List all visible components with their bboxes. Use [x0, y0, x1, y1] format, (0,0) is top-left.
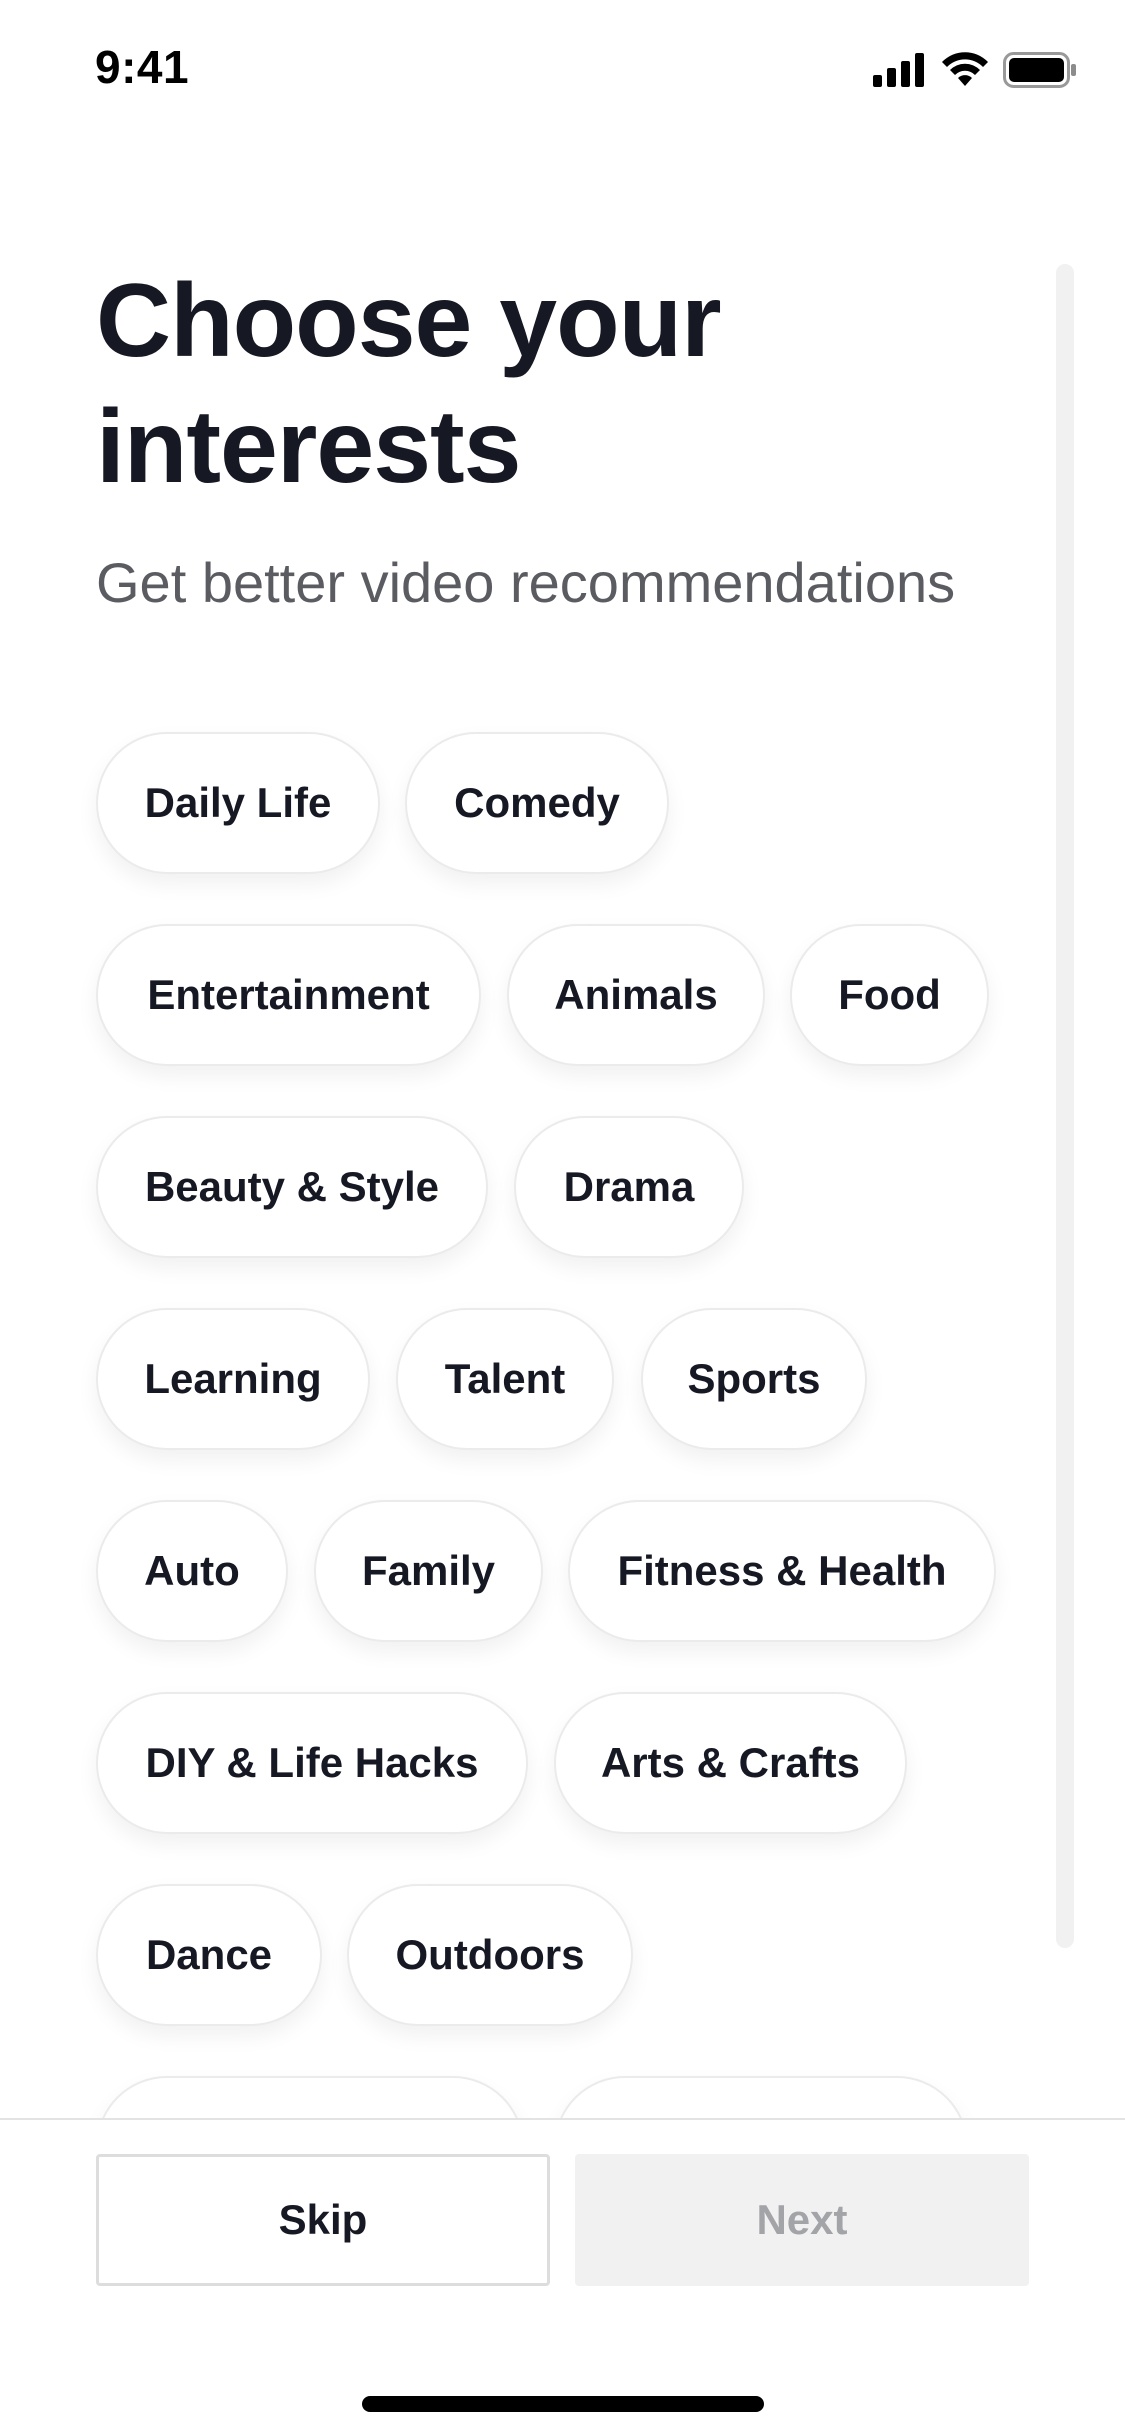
interest-chip[interactable]: Food [790, 924, 989, 1066]
interest-chip[interactable]: Outdoors [347, 1884, 633, 2026]
interest-chip[interactable]: Daily Life [96, 732, 380, 874]
interest-chip[interactable]: Entertainment [96, 924, 481, 1066]
interest-chip[interactable]: Animals [507, 924, 765, 1066]
interest-chip[interactable]: Drama [514, 1116, 744, 1258]
next-button[interactable]: Next [575, 2154, 1029, 2286]
battery-icon [1003, 52, 1077, 88]
status-icons [873, 50, 1077, 90]
interest-chip[interactable]: Learning [96, 1308, 370, 1450]
status-time: 9:41 [95, 41, 190, 93]
interest-chip[interactable]: Arts & Crafts [554, 1692, 907, 1834]
interest-chip[interactable]: Fitness & Health [568, 1500, 996, 1642]
interest-chip[interactable]: Auto [96, 1500, 288, 1642]
home-indicator[interactable] [362, 2396, 764, 2412]
interest-chip[interactable]: Beauty & Style [96, 1116, 488, 1258]
interest-chip[interactable]: Dance [96, 1884, 322, 2026]
interests-list: Daily Life Comedy Entertainment Animals … [0, 700, 1125, 2118]
interest-chip-partial[interactable] [96, 2076, 524, 2118]
page-subtitle: Get better video recommendations [96, 551, 956, 614]
interest-chip[interactable]: Talent [396, 1308, 614, 1450]
interest-chip-partial[interactable] [554, 2076, 968, 2118]
footer-divider [0, 2118, 1125, 2120]
interest-chip[interactable]: Comedy [405, 732, 669, 874]
interest-chip[interactable]: Family [314, 1500, 543, 1642]
skip-button[interactable]: Skip [96, 2154, 550, 2286]
interest-chip[interactable]: DIY & Life Hacks [96, 1692, 528, 1834]
status-bar: 9:41 [0, 0, 1125, 140]
page-title: Choose your interests [96, 263, 722, 505]
wifi-icon [941, 52, 989, 88]
interest-chip[interactable]: Sports [641, 1308, 867, 1450]
cellular-signal-icon [873, 53, 927, 87]
